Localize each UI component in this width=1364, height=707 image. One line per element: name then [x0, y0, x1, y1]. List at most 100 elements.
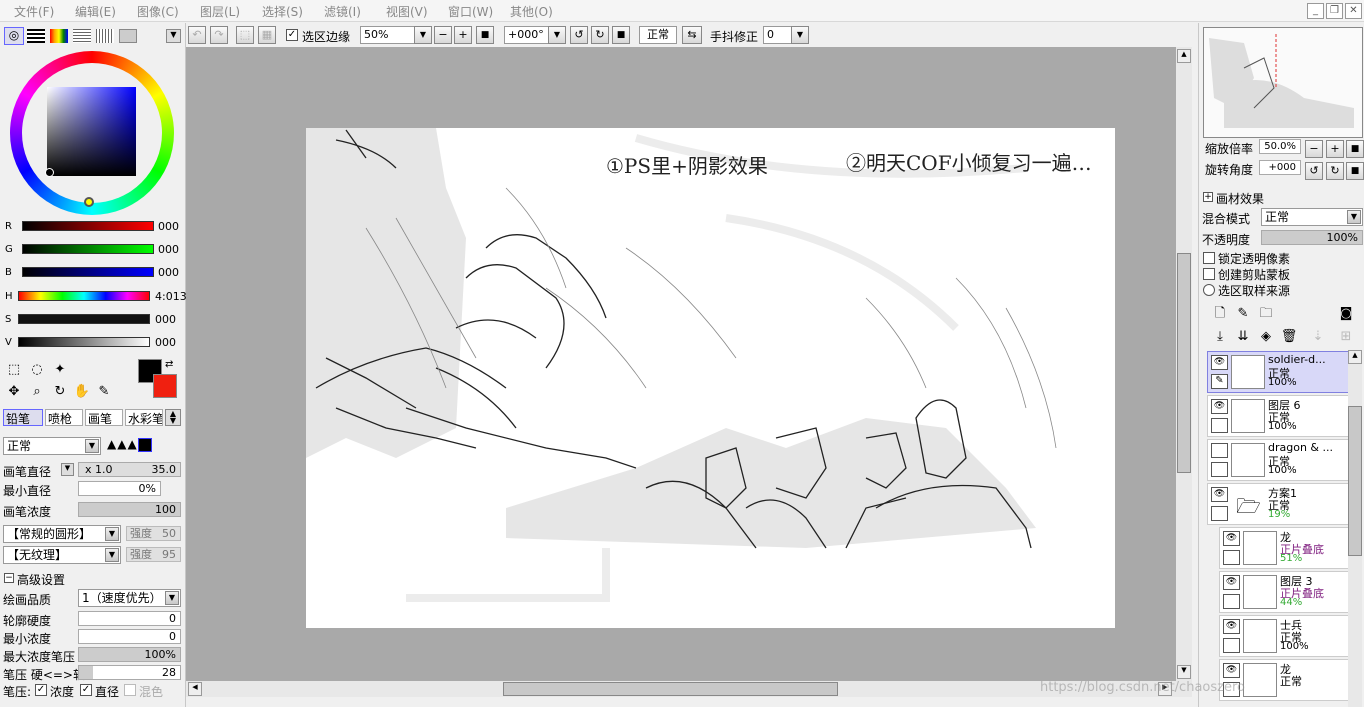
hand-icon[interactable]: ✋ — [73, 383, 91, 401]
menu-filter[interactable]: 滤镜(I) — [324, 3, 361, 20]
min-size-field[interactable]: 0% — [78, 481, 161, 496]
g-slider[interactable] — [22, 244, 154, 254]
select-edge-checkbox[interactable]: ✓ — [286, 29, 298, 41]
folder-row[interactable]: 👁 🗁 方案1 正常 19% — [1207, 483, 1349, 525]
delete-layer-icon[interactable]: 🗑 — [1280, 328, 1298, 346]
texture-strength-field[interactable]: 强度 95 — [126, 547, 181, 562]
new-layer-icon[interactable]: 🗋 — [1211, 305, 1229, 323]
brush-shape-select[interactable]: 【常规的圆形】 ▼ — [3, 525, 121, 543]
merge-all-icon[interactable]: ⊞ — [1337, 328, 1355, 346]
minimize-button[interactable]: _ — [1307, 3, 1324, 19]
close-button[interactable]: ✕ — [1345, 3, 1362, 19]
edit-pen-icon[interactable]: ✎ — [1211, 374, 1228, 389]
pressure-field[interactable]: 28 — [78, 665, 181, 680]
opacity-field[interactable]: 100% — [1261, 230, 1363, 245]
layer-row[interactable]: 👁 士兵 正常 100% — [1219, 615, 1349, 657]
menu-window[interactable]: 窗口(W) — [448, 3, 493, 20]
layer-row[interactable]: 👁 图层 3 正片叠底 44% — [1219, 571, 1349, 613]
menu-view[interactable]: 视图(V) — [386, 3, 428, 20]
transfer-down-icon[interactable]: ⇣ — [1309, 328, 1327, 346]
canvas-paper[interactable]: ①PS里+阴影效果 ②明天COF小倾复习一遍… — [306, 128, 1115, 628]
merge-down-icon[interactable]: ⤓ — [1211, 328, 1229, 346]
saturation-value-square[interactable] — [47, 87, 136, 176]
new-folder-icon[interactable]: 🗀 — [1257, 305, 1275, 323]
density-field[interactable]: 100 — [78, 502, 181, 517]
hsv-slider-mode-icon[interactable] — [50, 29, 68, 43]
visibility-eye-icon[interactable]: 👁 — [1211, 355, 1228, 370]
tab-pencil[interactable]: 铅笔 — [3, 409, 43, 426]
visibility-eye-icon[interactable]: 👁 — [1223, 619, 1240, 634]
hardness-field[interactable]: 0 — [78, 611, 181, 626]
layer-scrollbar[interactable]: ▲ — [1348, 350, 1362, 707]
nav-rotate-ccw-icon[interactable]: ↺ — [1305, 162, 1323, 180]
nav-rotate-field[interactable]: +000 — [1259, 160, 1301, 175]
sample-source-radio[interactable] — [1203, 284, 1215, 296]
brush-mode-select[interactable]: 正常 ▼ — [3, 437, 101, 455]
visibility-eye-icon[interactable]: 👁 — [1223, 663, 1240, 678]
nav-rotate-reset-icon[interactable]: ■ — [1346, 162, 1364, 180]
quality-select[interactable]: 1（速度优先） ▼ — [78, 589, 181, 607]
layer-row[interactable]: dragon & ... 正常 100% — [1207, 439, 1349, 481]
lock-box[interactable] — [1211, 506, 1228, 521]
lock-box[interactable] — [1223, 594, 1240, 609]
visibility-eye-icon[interactable]: 👁 — [1223, 575, 1240, 590]
eyedropper-icon[interactable]: ✎ — [95, 383, 113, 401]
texture-select[interactable]: 【无纹理】 ▼ — [3, 546, 121, 564]
scroll-down-icon[interactable]: ▼ — [1177, 665, 1191, 679]
expand-effect-icon[interactable]: + — [1203, 192, 1213, 202]
magic-wand-icon[interactable]: ✦ — [51, 361, 69, 379]
background-color-swatch[interactable] — [153, 374, 177, 398]
invert-selection-icon[interactable]: ▦ — [258, 26, 276, 44]
rotate-cw-icon[interactable]: ↻ — [591, 26, 609, 44]
collapse-advanced-icon[interactable]: − — [4, 573, 14, 583]
rgb-slider-mode-icon[interactable] — [27, 29, 45, 43]
layer-mask-icon[interactable]: ◙ — [1337, 305, 1355, 323]
b-slider[interactable] — [22, 267, 154, 277]
lock-box[interactable] — [1223, 638, 1240, 653]
h-slider[interactable] — [18, 291, 150, 301]
opt-density-checkbox[interactable]: ✓ — [35, 684, 47, 696]
menu-edit[interactable]: 编辑(E) — [75, 3, 116, 20]
sv-cursor[interactable] — [45, 168, 54, 177]
vertical-scroll-thumb[interactable] — [1177, 253, 1191, 473]
opt-size-checkbox[interactable]: ✓ — [80, 684, 92, 696]
panel-menu-icon[interactable]: ▼ — [166, 29, 181, 43]
tab-brush[interactable]: 画笔 — [85, 409, 123, 426]
nav-zoom-field[interactable]: 50.0% — [1259, 139, 1301, 154]
color-wheel-mode-icon[interactable]: ◎ — [4, 27, 24, 45]
hue-cursor[interactable] — [84, 197, 94, 207]
nav-zoom-reset-icon[interactable]: ■ — [1346, 140, 1364, 158]
brush-tip-shapes[interactable]: ▲▲▲ — [107, 437, 181, 455]
flip-horizontal-icon[interactable]: ⇆ — [682, 26, 702, 44]
visibility-eye-icon[interactable]: 👁 — [1211, 399, 1228, 414]
visibility-eye-icon[interactable]: 👁 — [1223, 531, 1240, 546]
horizontal-scroll-thumb[interactable] — [503, 682, 838, 696]
layer-row[interactable]: 👁 ✎ soldier-d... 正常 100% — [1207, 351, 1349, 393]
layer-scroll-thumb[interactable] — [1348, 406, 1362, 556]
shape-strength-field[interactable]: 强度 50 — [126, 526, 181, 541]
merge-visible-icon[interactable]: ⇊ — [1234, 328, 1252, 346]
s-slider[interactable] — [18, 314, 150, 324]
zoom-icon[interactable]: ⌕ — [28, 383, 46, 401]
menu-other[interactable]: 其他(O) — [510, 3, 553, 20]
lock-box[interactable] — [1211, 462, 1228, 477]
tab-airbrush[interactable]: 喷枪 — [45, 409, 83, 426]
redo-icon[interactable]: ↷ — [210, 26, 228, 44]
visibility-eye-icon[interactable] — [1211, 443, 1228, 458]
nav-zoom-out-icon[interactable]: − — [1305, 140, 1323, 158]
tab-watercolor[interactable]: 水彩笔 — [125, 409, 163, 426]
new-linework-layer-icon[interactable]: ✎ — [1234, 305, 1252, 323]
size-mult-dropdown[interactable]: ▼ — [61, 463, 74, 476]
rect-select-icon[interactable]: ⬚ — [5, 361, 23, 379]
menu-select[interactable]: 选择(S) — [262, 3, 303, 20]
menu-file[interactable]: 文件(F) — [14, 3, 54, 20]
rotate-reset-icon[interactable]: ■ — [612, 26, 630, 44]
lasso-icon[interactable]: ◌ — [28, 361, 46, 379]
nav-zoom-in-icon[interactable]: + — [1326, 140, 1344, 158]
vertical-scrollbar[interactable]: ▲ ▼ — [1176, 47, 1192, 681]
nav-rotate-cw-icon[interactable]: ↻ — [1326, 162, 1344, 180]
layer-scroll-up-icon[interactable]: ▲ — [1348, 350, 1362, 364]
layer-row[interactable]: 👁 龙正片叠底 51% — [1219, 527, 1349, 569]
deselect-icon[interactable]: ⬚ — [236, 26, 254, 44]
lock-box[interactable] — [1223, 550, 1240, 565]
